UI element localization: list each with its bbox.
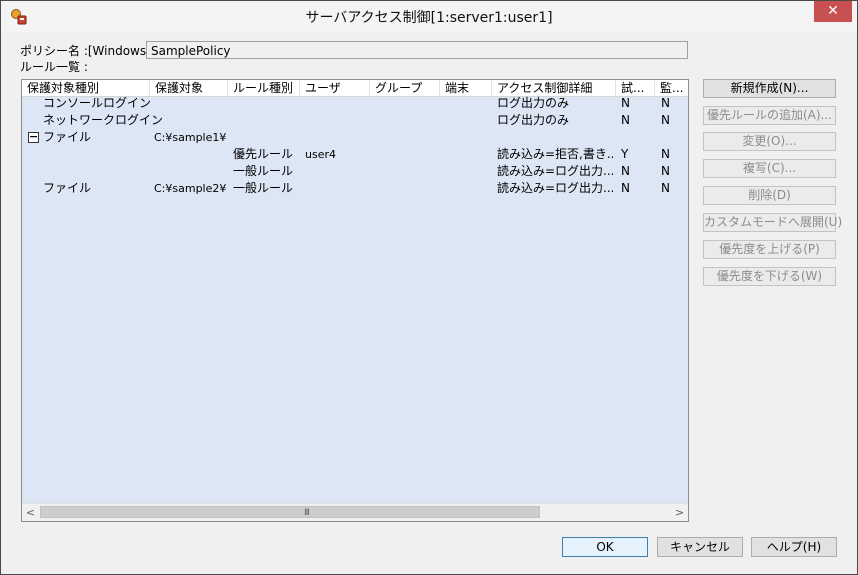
cell-rule-type: 一般ルール [233, 164, 294, 178]
delete-button[interactable]: 削除(D) [703, 186, 836, 205]
cell-access-detail: 読み込み=拒否,書き... [497, 147, 613, 161]
column-header-rule-type[interactable]: ルール種別 [228, 80, 300, 96]
cell-audit: N [661, 113, 670, 127]
column-header-trial[interactable]: 試... [616, 80, 655, 96]
cell-trial: N [621, 113, 630, 127]
column-header-user[interactable]: ユーザ [300, 80, 370, 96]
close-icon: ✕ [827, 3, 839, 19]
cell-access-detail: 読み込み=ログ出力... [497, 181, 613, 195]
cell-protection-type: ファイル [43, 181, 92, 195]
table-row[interactable]: 一般ルール 読み込み=ログ出力... N N [22, 163, 688, 180]
close-button[interactable]: ✕ [814, 1, 852, 22]
cell-access-detail: ログ出力のみ [497, 113, 570, 127]
modify-button[interactable]: 変更(O)... [703, 132, 836, 151]
dialog-window: サーバアクセス制御[1:server1:user1] ✕ ポリシー名 :[Win… [0, 0, 858, 575]
cell-audit: N [661, 164, 670, 178]
cell-protection-type: ネットワークログイン [43, 113, 164, 127]
lower-priority-button[interactable]: 優先度を下げる(W) [703, 267, 836, 286]
copy-button[interactable]: 複写(C)... [703, 159, 836, 178]
ok-button[interactable]: OK [562, 537, 648, 557]
cell-target: C:¥sample1¥ [154, 131, 227, 144]
collapse-toggle-icon[interactable]: − [28, 131, 39, 143]
column-header-target[interactable]: 保護対象 [150, 80, 228, 96]
rule-list-grid[interactable]: 保護対象種別 保護対象 ルール種別 ユーザ グループ 端末 アクセス制御詳細 試… [21, 79, 689, 522]
cell-audit: N [661, 181, 670, 195]
table-row[interactable]: ネットワークログイン ログ出力のみ N N [22, 112, 688, 129]
cell-audit: N [661, 96, 670, 110]
cell-access-detail: 読み込み=ログ出力... [497, 164, 613, 178]
scroll-thumb[interactable]: III [40, 506, 540, 518]
cell-rule-type: 優先ルール [233, 147, 294, 161]
cell-trial: Y [621, 147, 629, 161]
cell-audit: N [661, 147, 670, 161]
horizontal-scrollbar[interactable]: < III > [22, 503, 688, 521]
column-header-audit[interactable]: 監... [655, 80, 688, 96]
cell-trial: N [621, 164, 630, 178]
column-header-group[interactable]: グループ [370, 80, 440, 96]
policy-name-label: ポリシー名 :[Windows] [20, 44, 151, 58]
table-row[interactable]: コンソールログイン ログ出力のみ N N [22, 95, 688, 112]
raise-priority-button[interactable]: 優先度を上げる(P) [703, 240, 836, 259]
expand-custom-mode-button[interactable]: カスタムモードへ展開(U) [703, 213, 842, 232]
table-row[interactable]: 優先ルール user4 読み込み=拒否,書き... Y N [22, 146, 688, 163]
cell-protection-type: ファイル [43, 130, 92, 144]
column-header-protection-type[interactable]: 保護対象種別 [22, 80, 150, 96]
cell-target: C:¥sample2¥ [154, 182, 227, 195]
new-button[interactable]: 新規作成(N)... [703, 79, 836, 98]
title-bar[interactable]: サーバアクセス制御[1:server1:user1] ✕ [1, 1, 857, 32]
cell-trial: N [621, 181, 630, 195]
table-row[interactable]: − ファイル C:¥sample1¥ [22, 129, 688, 146]
column-header-terminal[interactable]: 端末 [440, 80, 492, 96]
table-row[interactable]: ファイル C:¥sample2¥ 一般ルール 読み込み=ログ出力... N N [22, 180, 688, 197]
policy-name-field: SamplePolicy [146, 41, 688, 59]
cell-trial: N [621, 96, 630, 110]
scroll-grip-icon: III [304, 508, 310, 518]
window-title: サーバアクセス制御[1:server1:user1] [305, 10, 553, 26]
cell-access-detail: ログ出力のみ [497, 96, 570, 110]
scroll-left-icon[interactable]: < [22, 504, 39, 521]
cell-protection-type: コンソールログイン [43, 96, 152, 110]
rule-list-label: ルール一覧 : [20, 60, 88, 74]
add-priority-rule-button[interactable]: 優先ルールの追加(A)... [703, 106, 836, 125]
cell-user: user4 [305, 148, 336, 161]
cell-rule-type: 一般ルール [233, 181, 294, 195]
scroll-right-icon[interactable]: > [671, 504, 688, 521]
column-header-access-detail[interactable]: アクセス制御詳細 [492, 80, 616, 96]
help-button[interactable]: ヘルプ(H) [751, 537, 837, 557]
cancel-button[interactable]: キャンセル [657, 537, 743, 557]
